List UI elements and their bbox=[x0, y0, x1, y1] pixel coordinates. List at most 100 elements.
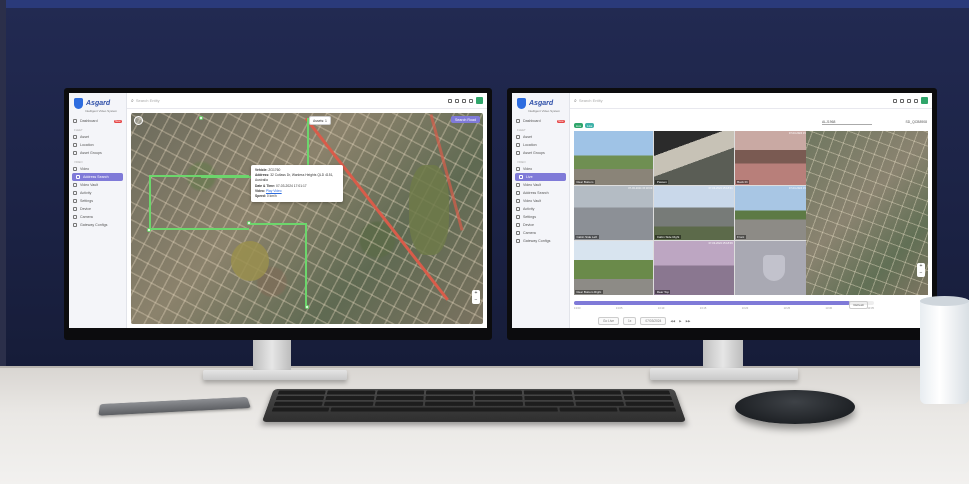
settings-icon[interactable] bbox=[469, 98, 473, 103]
sidebar-item-camera[interactable]: Camera bbox=[512, 229, 569, 237]
live-tag[interactable]: Live bbox=[574, 123, 584, 128]
left-appbar: ⌕ Search Entity bbox=[127, 93, 487, 109]
sidebar-item-activity[interactable]: Activity bbox=[69, 189, 126, 197]
timeline-tick: 13:35 bbox=[867, 307, 874, 310]
camera-tile[interactable]: 07-03-2024 15:18:01 Cabin Side Right bbox=[654, 186, 734, 240]
camera-tile[interactable]: Rear Bottom bbox=[574, 131, 654, 185]
apps-icon[interactable] bbox=[462, 98, 466, 103]
play-icon[interactable]: ▶ bbox=[679, 319, 681, 323]
avatar[interactable] bbox=[921, 97, 928, 104]
search-road-button[interactable]: Search Road bbox=[451, 116, 480, 123]
share-icon[interactable] bbox=[448, 98, 452, 103]
share-icon[interactable] bbox=[893, 98, 897, 103]
key bbox=[618, 407, 677, 412]
apps-icon[interactable] bbox=[907, 98, 911, 103]
sidebar-item-asset[interactable]: Asset bbox=[69, 133, 126, 141]
camera-tile[interactable]: 07-03-2024 15:18:08 Back Ri bbox=[734, 131, 814, 185]
camera-tile[interactable]: 07-03-2024 15:18:09 Front bbox=[734, 186, 814, 240]
playback-timeline[interactable] bbox=[574, 301, 874, 305]
sidebar-item-gateway-configs[interactable]: Gateway Configs bbox=[69, 221, 126, 229]
avatar[interactable] bbox=[476, 97, 483, 104]
key bbox=[375, 396, 424, 401]
sidebar-item-dashboard[interactable]: Dashboard New bbox=[512, 117, 569, 125]
assets-selector[interactable]: Assets: 1 bbox=[309, 116, 331, 125]
sidebar-item-address-search[interactable]: Address Search bbox=[72, 173, 123, 181]
sidebar-item-video-vault[interactable]: Video Vault bbox=[69, 181, 126, 189]
key bbox=[524, 401, 574, 406]
sidebar-item-location[interactable]: Location bbox=[69, 141, 126, 149]
key bbox=[425, 396, 474, 401]
sidebar-item-activity[interactable]: Activity bbox=[512, 205, 569, 213]
speed-select[interactable]: 1x bbox=[623, 317, 637, 325]
vehicle-select[interactable]: ALJ1968 bbox=[822, 120, 872, 125]
sidebar-item-camera[interactable]: Camera bbox=[69, 213, 126, 221]
address-search-map[interactable]: Assets: 1 Search Road Vehicle: ZG1760 Ad… bbox=[131, 113, 483, 324]
camera-label: Passen bbox=[655, 180, 669, 184]
zoom-out-button[interactable]: − bbox=[917, 270, 925, 277]
toolbar-icons bbox=[893, 97, 928, 104]
route-segment bbox=[249, 223, 307, 307]
rewind-icon[interactable]: ◀◀ bbox=[670, 319, 675, 323]
sidebar-item-asset-groups[interactable]: Asset Groups bbox=[69, 149, 126, 157]
route-marker[interactable] bbox=[147, 228, 151, 232]
camera-tile-empty[interactable] bbox=[734, 241, 814, 295]
sidebar-item-gateway-configs[interactable]: Gateway Configs bbox=[512, 237, 569, 245]
route-marker[interactable] bbox=[305, 305, 309, 309]
sidebar-item-asset-groups[interactable]: Asset Groups bbox=[512, 149, 569, 157]
sidebar-item-live[interactable]: Live bbox=[515, 173, 566, 181]
timeline-tick: 13:25 bbox=[783, 307, 791, 310]
left-screen: Asgard Intelligent Video System Dashboar… bbox=[69, 93, 487, 328]
left-sidebar: Asgard Intelligent Video System Dashboar… bbox=[69, 93, 127, 328]
play-video-link[interactable]: Play Video bbox=[266, 189, 282, 193]
refresh-button[interactable]: Refresh bbox=[849, 301, 868, 309]
live-tag[interactable]: Live bbox=[585, 123, 595, 128]
route-marker[interactable] bbox=[247, 221, 251, 225]
sidebar-item-location[interactable]: Location bbox=[512, 141, 569, 149]
key bbox=[573, 396, 623, 401]
key bbox=[273, 401, 324, 406]
date-field[interactable]: 07/03/2024 bbox=[640, 317, 667, 325]
timeline-progress bbox=[574, 301, 850, 305]
sidebar-item-video-vault[interactable]: Video Vault bbox=[512, 181, 569, 189]
sidebar-item-address-search[interactable]: Address Search bbox=[512, 189, 569, 197]
sd-select[interactable]: SD_QCB8908 bbox=[906, 120, 928, 124]
live-location-map[interactable]: + − bbox=[806, 131, 928, 295]
camera-tile[interactable]: Passen bbox=[654, 131, 734, 185]
help-icon[interactable] bbox=[455, 98, 459, 103]
sidebar-section-video: VIDEO bbox=[74, 160, 83, 164]
sidebar-item-dashboard[interactable]: Dashboard New bbox=[69, 117, 126, 125]
camera-grid: Rear Bottom Passen 07-03-2024 15:18:08 B… bbox=[574, 131, 814, 295]
key bbox=[277, 390, 327, 395]
search-input[interactable]: ⌕ Search Entity bbox=[574, 98, 603, 104]
sidebar-item-device[interactable]: Device bbox=[512, 221, 569, 229]
zoom-out-button[interactable]: − bbox=[472, 297, 480, 304]
vault-icon bbox=[73, 183, 77, 187]
sidebar-item-device[interactable]: Device bbox=[69, 205, 126, 213]
dashboard-icon bbox=[73, 119, 77, 123]
map-search-icon[interactable] bbox=[134, 116, 143, 125]
go-live-button[interactable]: Go Live bbox=[598, 317, 619, 325]
search-input[interactable]: ⌕ Search Entity bbox=[131, 98, 160, 104]
timeline-tick: 13:10 bbox=[657, 307, 665, 310]
camera-label: Back Ri bbox=[735, 180, 749, 184]
camera-label: Rear Bottom Right bbox=[575, 290, 603, 294]
sidebar-item-video[interactable]: Video bbox=[69, 165, 126, 173]
zoom-in-button[interactable]: + bbox=[472, 290, 480, 297]
zoom-in-button[interactable]: + bbox=[917, 263, 925, 270]
camera-tile[interactable]: Rear Bottom Right bbox=[574, 241, 654, 295]
sidebar-item-settings[interactable]: Settings bbox=[69, 197, 126, 205]
camera-tile[interactable]: 07-03-2024 15:18:09 Rear Top bbox=[654, 241, 734, 295]
sidebar-item-video[interactable]: Video bbox=[512, 165, 569, 173]
vault-icon bbox=[516, 183, 520, 187]
sidebar-item-asset[interactable]: Asset bbox=[512, 133, 569, 141]
location-icon bbox=[73, 143, 77, 147]
sidebar-item-label: Asset Groups bbox=[80, 151, 102, 155]
settings-icon[interactable] bbox=[914, 98, 918, 103]
sidebar-item-settings[interactable]: Settings bbox=[512, 213, 569, 221]
popup-value: ZG1760 bbox=[268, 168, 281, 172]
route-marker[interactable] bbox=[199, 116, 203, 120]
forward-icon[interactable]: ▶▶ bbox=[686, 319, 691, 323]
camera-tile[interactable]: 07-03-2024 15:18:09 Cabin Side Left bbox=[574, 186, 654, 240]
help-icon[interactable] bbox=[900, 98, 904, 103]
sidebar-item-video-vault-2[interactable]: Video Vault bbox=[512, 197, 569, 205]
